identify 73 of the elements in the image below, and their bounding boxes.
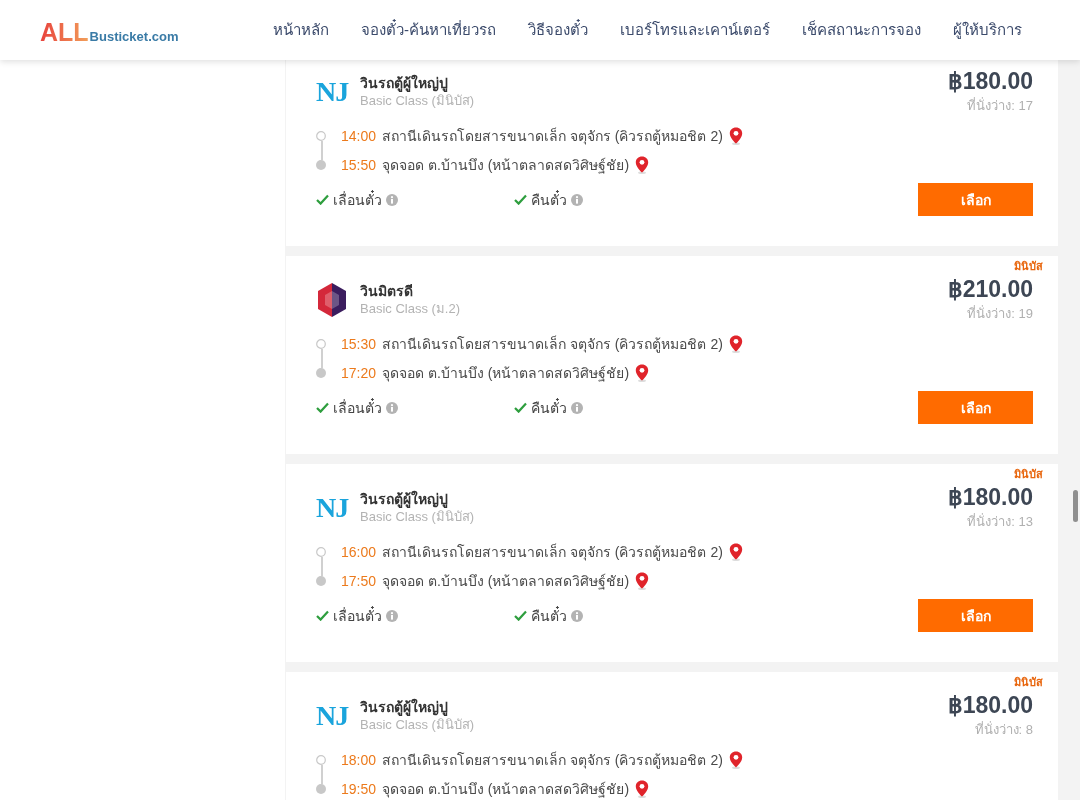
nav-link[interactable]: จองตั๋ว-ค้นหาเที่ยวรถ [361, 20, 496, 40]
stop-name: สถานีเดินรถโดยสารขนาดเล็ก จตุจักร (คิวรถตู้หมอชิต 2) [382, 542, 723, 561]
stop-name: สถานีเดินรถโดยสารขนาดเล็ก จตุจักร (คิวรถตู้หมอชิต 2) [382, 334, 723, 353]
nav-link[interactable]: หน้าหลัก [273, 20, 329, 40]
bus-class: Basic Class (มินิบัส) [360, 716, 475, 734]
nav-link[interactable]: เช็คสถานะการจอง [802, 20, 921, 40]
price: ฿210.00 [947, 276, 1033, 302]
stop-name: จุดจอด ต.บ้านบึง (หน้าตลาดสดวิศิษฐ์ชัย) [382, 779, 630, 798]
timeline-connector [321, 141, 323, 160]
map-pin-icon[interactable] [635, 571, 650, 590]
stop-name: จุดจอด ต.บ้านบึง (หน้าตลาดสดวิศิษฐ์ชัย) [382, 571, 630, 590]
feature-label: เลื่อนตั๋ว [333, 606, 382, 625]
site-logo[interactable]: ALLBusticket.com [40, 18, 179, 45]
filled-circle-icon [316, 367, 326, 378]
timeline-connector [321, 765, 323, 784]
seats-available: ที่นั่งว่าง: 19 [967, 305, 1033, 323]
seats-available: ที่นั่งว่าง: 8 [974, 721, 1033, 739]
bus-type-label: มินิบัส [1014, 467, 1043, 481]
seats-available: ที่นั่งว่าง: 13 [967, 513, 1033, 531]
timeline-connector [321, 349, 323, 368]
filled-circle-icon [316, 575, 326, 586]
nav-link[interactable]: เบอร์โทรและเคาน์เตอร์ [620, 20, 770, 40]
operator-name: วินรถตู้ผู้ใหญ่ปู [360, 490, 449, 508]
seats-available: ที่นั่งว่าง: 17 [967, 97, 1033, 115]
operator-logo: NJ [316, 77, 350, 107]
nav-link[interactable]: ผู้ให้บริการ [953, 20, 1022, 40]
bus-class: Basic Class (มินิบัส) [360, 508, 475, 526]
filled-circle-icon [316, 783, 326, 794]
stop-time: 14:00 [341, 126, 377, 145]
bus-type-label: มินิบัส [1014, 675, 1043, 689]
timeline-connector [321, 557, 323, 576]
stop-time: 17:50 [341, 571, 377, 590]
operator-logo: NJ [316, 701, 350, 731]
stop-time: 17:20 [341, 363, 377, 382]
price: ฿180.00 [947, 68, 1033, 94]
bus-class: Basic Class (มินิบัส) [360, 92, 475, 110]
feature-label: เลื่อนตั๋ว [333, 190, 382, 209]
feature-label: คืนตั๋ว [531, 190, 567, 209]
map-pin-icon[interactable] [728, 750, 743, 769]
hollow-circle-icon [316, 130, 326, 141]
stop-name: สถานีเดินรถโดยสารขนาดเล็ก จตุจักร (คิวรถตู้หมอชิต 2) [382, 750, 723, 769]
stop-time: 18:00 [341, 750, 377, 769]
map-pin-icon[interactable] [635, 779, 650, 798]
price: ฿180.00 [947, 484, 1033, 510]
stop-name: สถานีเดินรถโดยสารขนาดเล็ก จตุจักร (คิวรถตู้หมอชิต 2) [382, 126, 723, 145]
map-pin-icon[interactable] [635, 363, 650, 382]
operator-logo: NJ [316, 493, 350, 523]
operator-name: วินรถตู้ผู้ใหญ่ปู [360, 698, 449, 716]
feature-label: คืนตั๋ว [531, 606, 567, 625]
bus-class: Basic Class (ม.2) [360, 300, 461, 318]
stop-name: จุดจอด ต.บ้านบึง (หน้าตลาดสดวิศิษฐ์ชัย) [382, 155, 630, 174]
hexagon-logo-icon [316, 282, 348, 318]
price: ฿180.00 [947, 692, 1033, 718]
stop-name: จุดจอด ต.บ้านบึง (หน้าตลาดสดวิศิษฐ์ชัย) [382, 363, 630, 382]
stop-time: 19:50 [341, 779, 377, 798]
stop-time: 15:50 [341, 155, 377, 174]
stop-time: 16:00 [341, 542, 377, 561]
nav-link[interactable]: วิธีจองตั๋ว [528, 20, 588, 40]
map-pin-icon[interactable] [728, 126, 743, 145]
bus-type-label: มินิบัส [1014, 259, 1043, 273]
operator-name: วินรถตู้ผู้ใหญ่ปู [360, 74, 449, 92]
feature-label: เลื่อนตั๋ว [333, 398, 382, 417]
operator-name: วินมิตรดี [360, 282, 414, 300]
map-pin-icon[interactable] [635, 155, 650, 174]
hollow-circle-icon [316, 546, 326, 557]
hollow-circle-icon [316, 754, 326, 765]
scrollbar-thumb[interactable] [1073, 490, 1078, 522]
feature-label: คืนตั๋ว [531, 398, 567, 417]
filled-circle-icon [316, 159, 326, 170]
stop-time: 15:30 [341, 334, 377, 353]
map-pin-icon[interactable] [728, 334, 743, 353]
hollow-circle-icon [316, 338, 326, 349]
map-pin-icon[interactable] [728, 542, 743, 561]
